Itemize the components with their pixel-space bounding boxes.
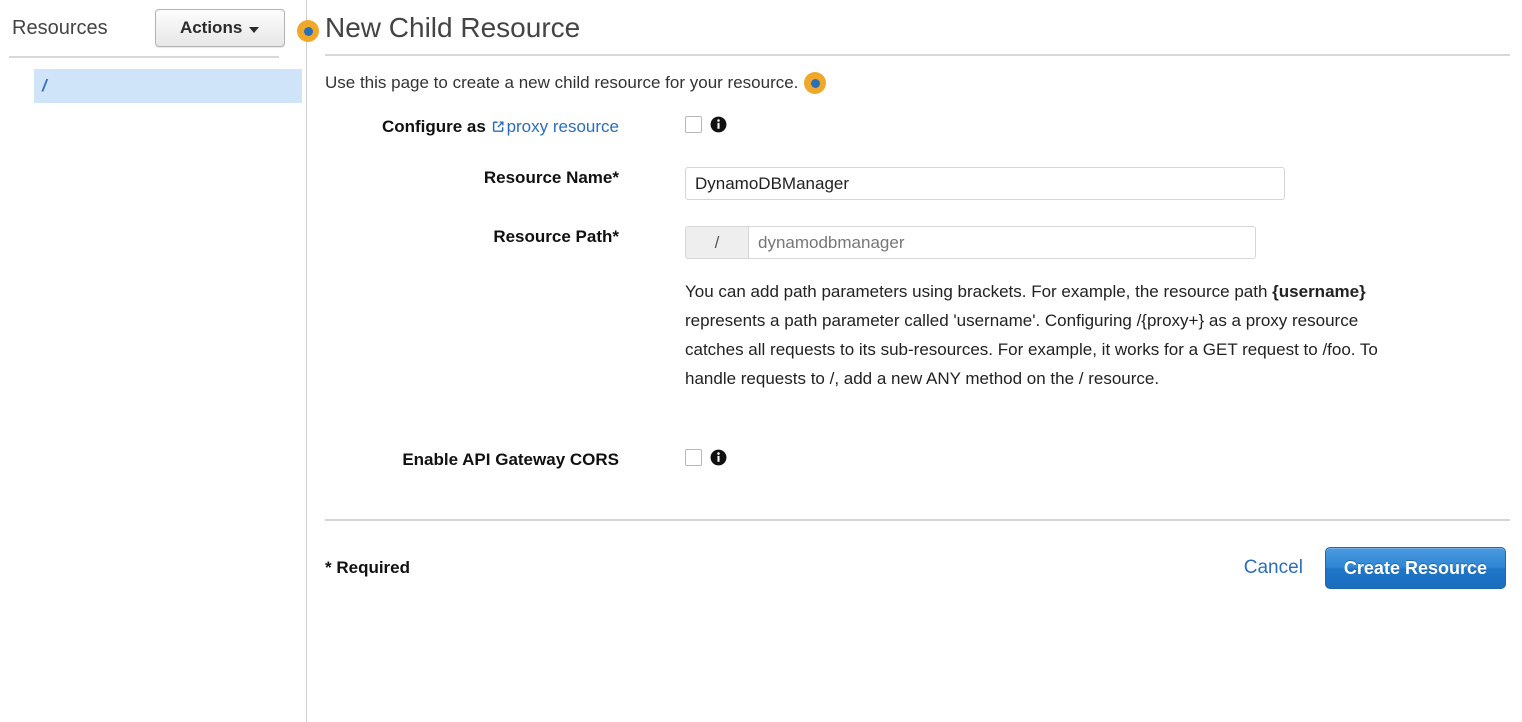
enable-cors-checkbox[interactable]	[685, 449, 702, 466]
tree-item-label: /	[42, 76, 47, 96]
resource-path-label: Resource Path*	[325, 226, 685, 248]
resource-path-input[interactable]	[748, 226, 1256, 259]
help-text-part2: represents a path parameter called 'user…	[685, 311, 1378, 388]
form-footer: * Required Cancel Create Resource	[325, 521, 1512, 589]
footer-actions: Cancel Create Resource	[1244, 547, 1512, 589]
highlight-dot-marker-title	[297, 20, 319, 42]
required-note: * Required	[325, 558, 410, 578]
resources-sidebar: Resources Actions /	[0, 0, 307, 722]
resource-path-control: /	[685, 226, 1512, 259]
page-intro: Use this page to create a new child reso…	[325, 56, 1512, 94]
external-link-icon	[491, 118, 506, 140]
proxy-label-prefix: Configure as	[382, 117, 491, 136]
cors-info-icon[interactable]	[710, 449, 727, 466]
app-root: Resources Actions / New Child Resource U…	[0, 0, 1522, 722]
cors-control	[685, 449, 1512, 466]
resource-name-input[interactable]	[685, 167, 1285, 200]
form-row-resource-path: Resource Path* /	[325, 226, 1512, 259]
sidebar-title: Resources	[12, 18, 108, 38]
resource-path-help-text: You can add path parameters using bracke…	[685, 277, 1407, 393]
highlight-dot-marker-intro	[804, 72, 826, 94]
form-row-cors: Enable API Gateway CORS	[325, 449, 1512, 471]
form-row-proxy: Configure as proxy resource	[325, 116, 1512, 140]
cors-label: Enable API Gateway CORS	[325, 449, 685, 471]
form-spacer	[325, 393, 1512, 449]
sidebar-header: Resources Actions	[0, 0, 306, 56]
form-row-resource-name: Resource Name*	[325, 167, 1512, 200]
proxy-resource-link[interactable]: proxy resource	[491, 117, 619, 136]
actions-button-label: Actions	[180, 18, 242, 38]
proxy-control	[685, 116, 1512, 133]
resource-path-input-group: /	[685, 226, 1256, 259]
create-resource-button[interactable]: Create Resource	[1325, 547, 1506, 589]
resource-path-prefix: /	[685, 226, 748, 259]
main-panel: New Child Resource Use this page to crea…	[307, 0, 1522, 722]
chevron-down-icon	[249, 27, 259, 33]
resource-name-control	[685, 167, 1512, 200]
actions-button[interactable]: Actions	[155, 9, 285, 47]
resource-tree: /	[0, 58, 306, 103]
page-title: New Child Resource	[325, 0, 1512, 46]
new-child-resource-form: Configure as proxy resource	[325, 94, 1512, 471]
proxy-info-icon[interactable]	[710, 116, 727, 133]
proxy-resource-link-label: proxy resource	[507, 117, 619, 136]
help-text-part1: You can add path parameters using bracke…	[685, 282, 1272, 301]
proxy-resource-checkbox[interactable]	[685, 116, 702, 133]
tree-item-root[interactable]: /	[34, 69, 302, 103]
resource-name-label: Resource Name*	[325, 167, 685, 189]
help-text-bold: {username}	[1272, 282, 1366, 301]
page-intro-text: Use this page to create a new child reso…	[325, 73, 798, 93]
cancel-button[interactable]: Cancel	[1244, 557, 1303, 579]
proxy-label: Configure as proxy resource	[325, 116, 685, 140]
